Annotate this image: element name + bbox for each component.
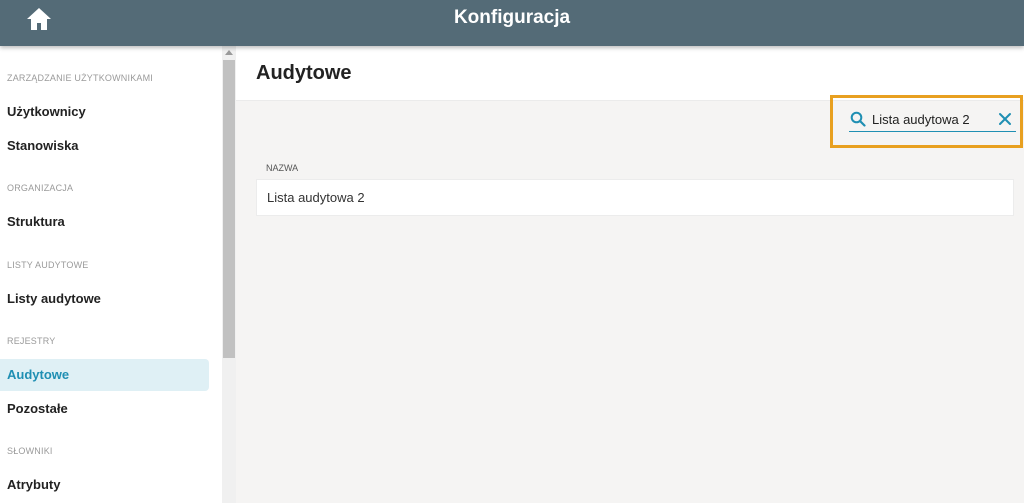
section-label-dictionaries: SŁOWNIKI [7,446,53,456]
scroll-thumb[interactable] [223,60,235,358]
search-box [830,95,1023,148]
sidebar-item-positions[interactable]: Stanowiska [0,130,209,162]
top-bar: Konfiguracja [0,0,1024,46]
search-underline [849,131,1016,132]
search-icon [850,111,866,127]
table-cell-name: Lista audytowa 2 [267,190,365,205]
scroll-up-arrow-icon[interactable] [225,50,233,55]
sidebar-item-attributes[interactable]: Atrybuty [0,469,209,501]
sidebar-item-audit-lists[interactable]: Listy audytowe [0,283,209,315]
section-label-registers: REJESTRY [7,336,56,346]
sidebar-scrollbar[interactable] [222,46,236,503]
close-icon[interactable] [997,111,1013,127]
sidebar-item-structure[interactable]: Struktura [0,206,209,238]
page-header: Audytowe [236,46,1024,101]
table-row[interactable]: Lista audytowa 2 [256,179,1014,216]
page-title: Audytowe [256,62,352,84]
sidebar-item-other[interactable]: Pozostałe [0,393,209,425]
sidebar-item-users[interactable]: Użytkownicy [0,96,209,128]
section-label-organization: ORGANIZACJA [7,183,74,193]
search-input[interactable] [872,109,982,129]
section-label-user-management: ZARZĄDZANIE UŻYTKOWNIKAMI [7,73,154,83]
sidebar: ZARZĄDZANIE UŻYTKOWNIKAMI Użytkownicy St… [0,46,222,503]
column-header-name: NAZWA [266,163,299,173]
app-title: Konfiguracja [453,7,571,28]
sidebar-item-audit-registers[interactable]: Audytowe [0,359,209,391]
section-label-audit-lists: LISTY AUDYTOWE [7,260,89,270]
main-content: Audytowe NAZWA Lista audytowa 2 [236,46,1024,503]
